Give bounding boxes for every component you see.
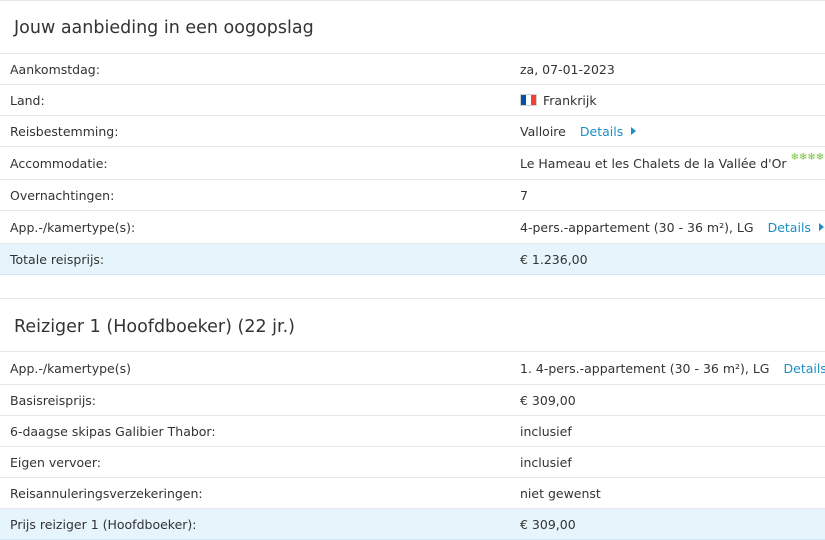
destination-details-link[interactable]: Details xyxy=(580,124,637,139)
transport-label: Eigen vervoer: xyxy=(10,454,101,470)
france-flag-icon xyxy=(520,94,537,106)
nights-label: Overnachtingen: xyxy=(10,187,115,203)
destination-row: Reisbestemming: Valloire Details xyxy=(0,116,825,147)
arrival-value: za, 07-01-2023 xyxy=(520,61,615,77)
total-price-row: Totale reisprijs: € 1.236,00 xyxy=(0,244,825,275)
room-type-value: 4-pers.-appartement (30 - 36 m²), LG xyxy=(520,219,754,235)
traveler-room-type-row: App.-/kamertype(s) 1. 4-pers.-appartemen… xyxy=(0,352,825,385)
traveler-price-row: Prijs reiziger 1 (Hoofdboeker): € 309,00 xyxy=(0,509,825,540)
country-row: Land: Frankrijk xyxy=(0,85,825,116)
nights-value: 7 xyxy=(520,187,528,203)
traveler-price-label: Prijs reiziger 1 (Hoofdboeker): xyxy=(10,516,197,532)
insurance-label: Reisannuleringsverzekeringen: xyxy=(10,485,203,501)
skipass-value: inclusief xyxy=(520,423,572,439)
traveler-room-type-label: App.-/kamertype(s) xyxy=(10,360,131,376)
base-price-row: Basisreisprijs: € 309,00 xyxy=(0,385,825,416)
base-price-value: € 309,00 xyxy=(520,392,576,408)
caret-right-icon xyxy=(631,127,637,135)
traveler-section: Reiziger 1 (Hoofdboeker) (22 jr.) App.-/… xyxy=(0,298,825,540)
traveler-room-type-value: 1. 4-pers.-appartement (30 - 36 m²), LG xyxy=(520,360,770,376)
insurance-value: niet gewenst xyxy=(520,485,601,501)
insurance-row: Reisannuleringsverzekeringen: niet gewen… xyxy=(0,478,825,509)
snowflake-rating-icon: ❄❄❄❄ xyxy=(790,151,825,163)
traveler-room-type-details-link[interactable]: Details xyxy=(784,361,825,376)
skipass-label: 6-daagse skipas Galibier Thabor: xyxy=(10,423,216,439)
total-price-label: Totale reisprijs: xyxy=(10,251,105,267)
arrival-label: Aankomstdag: xyxy=(10,61,100,77)
room-type-label: App.-/kamertype(s): xyxy=(10,219,136,235)
destination-label: Reisbestemming: xyxy=(10,123,119,139)
caret-right-icon xyxy=(818,223,824,231)
booking-summary-page: Jouw aanbieding in een oogopslag Aankoms… xyxy=(0,0,825,540)
accommodation-row: Accommodatie: Le Hameau et les Chalets d… xyxy=(0,147,825,180)
total-price-value: € 1.236,00 xyxy=(520,251,588,267)
country-label: Land: xyxy=(10,92,45,108)
transport-value: inclusief xyxy=(520,454,572,470)
traveler-price-value: € 309,00 xyxy=(520,516,576,532)
country-value: Frankrijk xyxy=(543,92,597,108)
room-type-details-link[interactable]: Details xyxy=(768,220,824,235)
transport-row: Eigen vervoer: inclusief xyxy=(0,447,825,478)
offer-overview-section: Jouw aanbieding in een oogopslag Aankoms… xyxy=(0,0,825,275)
room-type-row: App.-/kamertype(s): 4-pers.-appartement … xyxy=(0,211,825,244)
nights-row: Overnachtingen: 7 xyxy=(0,180,825,211)
base-price-label: Basisreisprijs: xyxy=(10,392,97,408)
skipass-row: 6-daagse skipas Galibier Thabor: inclusi… xyxy=(0,416,825,447)
accommodation-value: Le Hameau et les Chalets de la Vallée d'… xyxy=(520,155,787,171)
arrival-row: Aankomstdag: za, 07-01-2023 xyxy=(0,54,825,85)
traveler-title: Reiziger 1 (Hoofdboeker) (22 jr.) xyxy=(0,299,825,352)
accommodation-label: Accommodatie: xyxy=(10,155,108,171)
destination-value: Valloire xyxy=(520,123,566,139)
offer-overview-title: Jouw aanbieding in een oogopslag xyxy=(0,1,825,54)
